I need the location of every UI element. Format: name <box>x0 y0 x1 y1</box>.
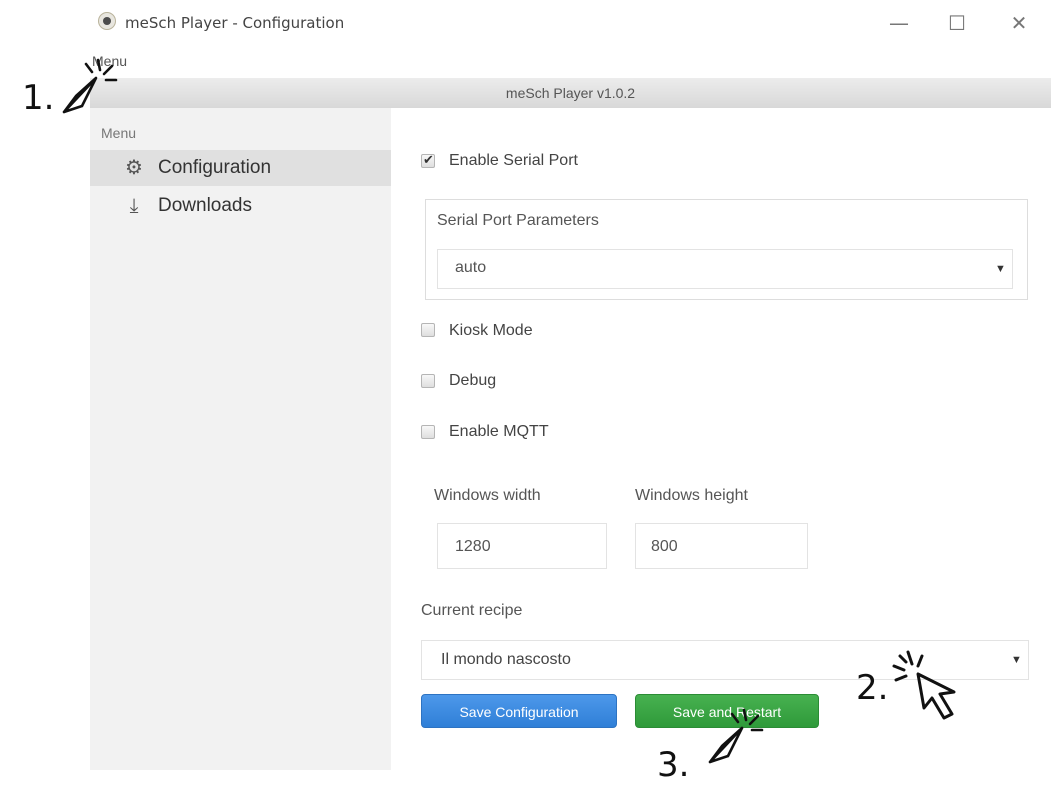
serial-parameters-value: auto <box>455 259 487 276</box>
annotation-number: 1. <box>22 78 55 118</box>
window-height-value: 800 <box>651 538 678 555</box>
pointer-cursor-icon <box>892 650 956 720</box>
app-logo-icon <box>98 12 116 30</box>
window-width-label: Windows width <box>434 487 541 504</box>
current-recipe-label: Current recipe <box>421 602 523 619</box>
checkmark-icon: ✔ <box>423 152 434 167</box>
enable-mqtt-label: Enable MQTT <box>449 423 549 440</box>
enable-serial-checkbox[interactable]: ✔ <box>421 152 435 168</box>
maximize-button[interactable]: ☐ <box>944 10 970 36</box>
dropdown-arrow-icon: ▼ <box>1011 654 1022 666</box>
serial-parameters-select[interactable] <box>437 249 1013 289</box>
version-header: meSch Player v1.0.2 <box>90 78 1051 109</box>
sidebar-heading: Menu <box>101 125 137 141</box>
version-text: meSch Player v1.0.2 <box>505 85 636 101</box>
window-height-label: Windows height <box>635 487 748 504</box>
serial-parameters-title: Serial Port Parameters <box>437 212 599 229</box>
enable-serial-label: Enable Serial Port <box>449 152 578 169</box>
debug-label: Debug <box>449 372 497 389</box>
save-configuration-button[interactable]: Save Configuration <box>421 694 617 728</box>
click-cursor-icon <box>708 708 764 764</box>
debug-checkbox[interactable] <box>421 374 435 388</box>
current-recipe-value: Il mondo nascosto <box>441 651 571 668</box>
annotation-number: 3. <box>657 745 690 785</box>
window-title: meSch Player - Configuration <box>125 14 345 32</box>
menu-bar <box>90 48 1051 78</box>
kiosk-mode-label: Kiosk Mode <box>449 322 533 339</box>
enable-mqtt-checkbox[interactable] <box>421 425 435 439</box>
window-width-value: 1280 <box>455 538 491 555</box>
sidebar-item-label: Configuration <box>158 157 272 178</box>
kiosk-mode-checkbox[interactable] <box>421 323 435 337</box>
gear-icon: ⚙ <box>125 157 143 179</box>
annotation-number: 2. <box>856 668 889 708</box>
dropdown-arrow-icon: ▼ <box>995 263 1006 275</box>
sidebar-item-label: Downloads <box>158 195 252 216</box>
minimize-button[interactable]: — <box>886 10 912 36</box>
download-icon: ⤓ <box>129 195 139 217</box>
close-button[interactable]: ✕ <box>1006 10 1032 36</box>
click-cursor-icon <box>62 58 118 114</box>
